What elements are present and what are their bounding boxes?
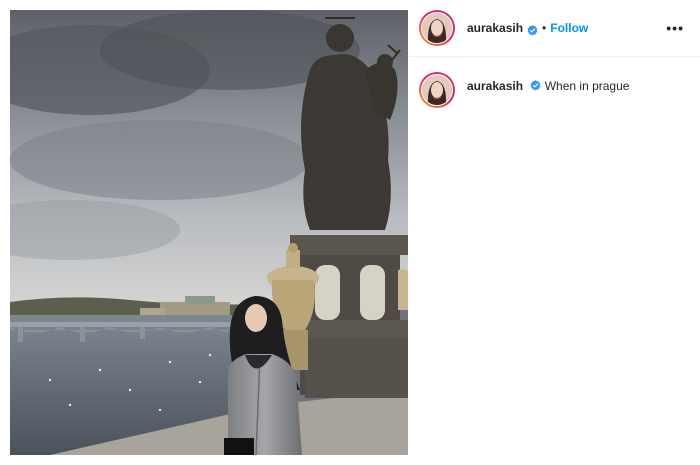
username-link[interactable]: aurakasih [467, 21, 523, 35]
post-side-panel: aurakasih • Follow ••• aurakasih When in… [409, 0, 700, 465]
post-photo[interactable] [10, 10, 408, 455]
caption-avatar-image [421, 74, 453, 106]
avatar[interactable] [419, 10, 455, 46]
more-options-icon[interactable]: ••• [666, 20, 684, 36]
avatar-image [421, 12, 453, 44]
post-header: aurakasih • Follow ••• [409, 0, 700, 57]
caption-body: When in prague [544, 79, 630, 93]
caption-text: aurakasih When in prague [467, 79, 629, 93]
instagram-post: aurakasih • Follow ••• aurakasih When in… [0, 0, 700, 465]
caption-row: aurakasih When in prague [409, 72, 700, 108]
verified-badge-icon [527, 23, 538, 36]
follow-button[interactable]: Follow [550, 21, 588, 35]
separator-dot: • [542, 21, 547, 35]
prague-photo-illustration [10, 10, 408, 455]
caption-avatar[interactable] [419, 72, 455, 108]
caption-username[interactable]: aurakasih [467, 79, 523, 93]
caption-verified-badge-icon [530, 80, 541, 91]
